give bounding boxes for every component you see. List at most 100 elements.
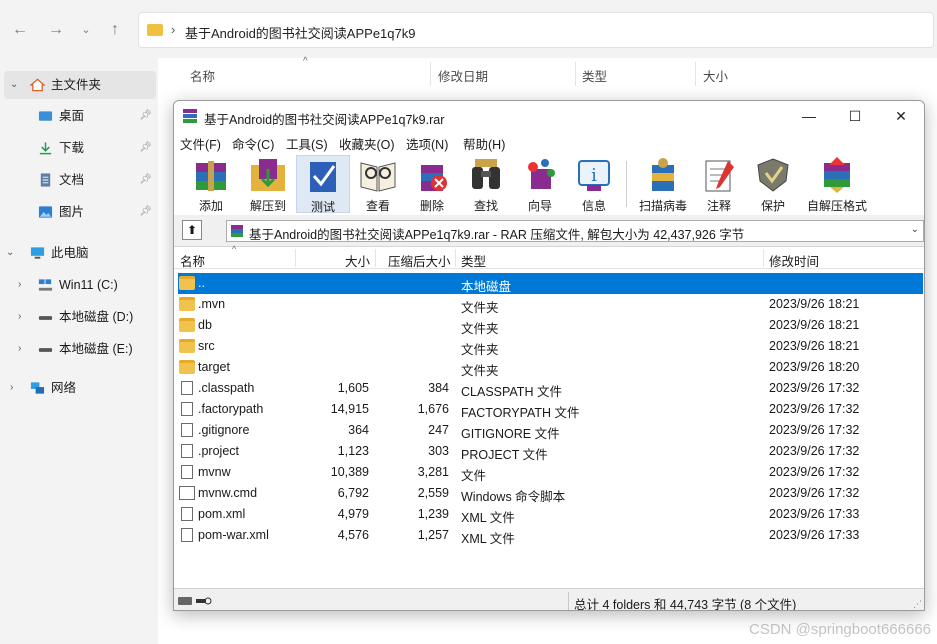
- sidebar-item-label: 下载: [59, 141, 85, 155]
- chevron-right-icon[interactable]: ›: [18, 271, 21, 299]
- chevron-down-icon[interactable]: ⌄: [6, 239, 14, 267]
- find-button[interactable]: 查找: [460, 155, 512, 213]
- table-row[interactable]: .gitignore 364 247 GITIGNORE 文件 2023/9/26 17…: [174, 420, 924, 441]
- sidebar-item-desktop[interactable]: 桌面 📌︎: [0, 102, 158, 130]
- test-button[interactable]: 测试: [296, 155, 350, 214]
- watermark: CSDN @springboot666666: [749, 621, 931, 638]
- sidebar-item-drive-d[interactable]: › 本地磁盘 (D:): [0, 303, 158, 331]
- column-divider[interactable]: [375, 249, 376, 267]
- sidebar-item-pictures[interactable]: 图片 📌︎: [0, 198, 158, 226]
- column-header-modified[interactable]: 修改日期: [438, 66, 488, 85]
- extract-folder-icon: [251, 159, 285, 191]
- comment-button[interactable]: 注释: [696, 155, 742, 213]
- cell-modified: 2023/9/26 18:21: [769, 318, 860, 332]
- menu-favorites[interactable]: 收藏夹(O): [339, 134, 395, 153]
- table-row[interactable]: pom-war.xml 4,576 1,257 XML 文件 2023/9/26 17:…: [174, 525, 924, 546]
- table-row[interactable]: mvnw.cmd 6,792 2,559 Windows 命令脚本 2023/9/26 …: [174, 483, 924, 504]
- toolbar-label: 扫描病毒: [638, 199, 687, 213]
- cell-name: .factorypath: [198, 402, 264, 416]
- folder-icon: [179, 339, 195, 353]
- up-arrow-icon[interactable]: ↑: [103, 18, 127, 42]
- delete-button[interactable]: 删除: [406, 155, 458, 213]
- menu-commands[interactable]: 命令(C): [232, 134, 274, 153]
- cell-packed: 1,257: [417, 528, 449, 542]
- extract-to-button[interactable]: 解压到: [240, 155, 296, 213]
- menu-options[interactable]: 选项(N): [406, 134, 448, 153]
- column-header-name[interactable]: 名称: [190, 66, 215, 85]
- back-arrow-icon[interactable]: ←: [8, 18, 32, 42]
- table-row[interactable]: db 文件夹 2023/9/26 18:21: [174, 315, 924, 336]
- up-one-level-button[interactable]: ⬆: [182, 220, 202, 240]
- pin-icon[interactable]: 📌︎: [139, 166, 152, 194]
- scan-virus-button[interactable]: 扫描病毒: [634, 155, 692, 213]
- chevron-down-icon[interactable]: ⌄: [911, 224, 919, 235]
- folder-icon: [179, 276, 195, 290]
- table-row[interactable]: .factorypath 14,915 1,676 FACTORYPATH 文件 202…: [174, 399, 924, 420]
- menu-file[interactable]: 文件(F): [180, 134, 221, 153]
- column-header-type[interactable]: 类型: [582, 66, 607, 85]
- cell-packed: 303: [428, 444, 449, 458]
- sfx-button[interactable]: 自解压格式: [804, 155, 870, 213]
- sidebar-item-network[interactable]: › 网络: [0, 374, 158, 402]
- drive-key-icon[interactable]: [178, 595, 212, 607]
- menu-help[interactable]: 帮助(H): [463, 134, 505, 153]
- column-header-name[interactable]: 名称: [180, 251, 205, 270]
- breadcrumb-chevron-icon: ›: [171, 22, 176, 37]
- table-row[interactable]: mvnw 10,389 3,281 文件 2023/9/26 17:32: [174, 462, 924, 483]
- chevron-right-icon[interactable]: ›: [18, 303, 21, 331]
- cell-type: PROJECT 文件: [461, 448, 548, 462]
- column-divider[interactable]: [455, 249, 456, 267]
- chevron-right-icon[interactable]: ›: [18, 335, 21, 363]
- wizard-button[interactable]: 向导: [514, 155, 566, 213]
- forward-arrow-icon[interactable]: →: [44, 18, 68, 42]
- info-button[interactable]: i 信息: [568, 155, 620, 213]
- file-icon: [181, 444, 193, 458]
- chevron-down-icon[interactable]: ⌄: [10, 71, 18, 99]
- sidebar-item-documents[interactable]: 文档 📌︎: [0, 166, 158, 194]
- column-divider[interactable]: [763, 249, 764, 267]
- chevron-right-icon[interactable]: ›: [10, 374, 13, 402]
- minimize-button[interactable]: —: [786, 101, 832, 131]
- column-header-type[interactable]: 类型: [461, 251, 486, 270]
- table-row[interactable]: .. 本地磁盘: [178, 273, 923, 294]
- table-row[interactable]: .mvn 文件夹 2023/9/26 18:21: [174, 294, 924, 315]
- table-row[interactable]: target 文件夹 2023/9/26 18:20: [174, 357, 924, 378]
- winrar-title-bar[interactable]: 基于Android的图书社交阅读APPe1q7k9.rar — ☐ ✕: [174, 101, 924, 131]
- cell-modified: 2023/9/26 17:32: [769, 423, 860, 437]
- explorer-address-bar[interactable]: › 基于Android的图书社交阅读APPe1q7k9: [138, 12, 934, 48]
- sidebar-item-this-pc[interactable]: ⌄ 此电脑: [0, 239, 158, 267]
- sidebar-item-downloads[interactable]: 下载 📌︎: [0, 134, 158, 162]
- column-divider[interactable]: [575, 62, 576, 86]
- column-divider[interactable]: [295, 249, 296, 267]
- table-row[interactable]: pom.xml 4,979 1,239 XML 文件 2023/9/26 17:33: [174, 504, 924, 525]
- pin-icon[interactable]: 📌︎: [139, 134, 152, 162]
- column-divider[interactable]: [430, 62, 431, 86]
- sidebar-item-label: 网络: [51, 381, 77, 395]
- protect-button[interactable]: 保护: [748, 155, 798, 213]
- pin-icon[interactable]: 📌︎: [139, 198, 152, 226]
- home-icon: [30, 78, 45, 92]
- archive-path-combobox[interactable]: 基于Android的图书社交阅读APPe1q7k9.rar - RAR 压缩文件…: [226, 220, 924, 242]
- cell-size: 1,605: [337, 381, 369, 395]
- sidebar-item-home[interactable]: ⌄ 主文件夹: [4, 71, 156, 99]
- recent-chevron-icon[interactable]: ⌄: [74, 18, 98, 42]
- menu-tools[interactable]: 工具(S): [286, 134, 328, 153]
- add-button[interactable]: 添加: [182, 155, 240, 213]
- column-divider[interactable]: [695, 62, 696, 86]
- view-button[interactable]: 查看: [352, 155, 404, 213]
- toolbar-label: 查看: [365, 199, 390, 213]
- table-row[interactable]: .project 1,123 303 PROJECT 文件 2023/9/26 17:3…: [174, 441, 924, 462]
- resize-grip-icon[interactable]: ⋰: [913, 599, 922, 610]
- maximize-button[interactable]: ☐: [832, 101, 878, 131]
- column-header-packed[interactable]: 压缩后大小: [388, 251, 451, 270]
- column-header-size[interactable]: 大小: [703, 66, 728, 85]
- sidebar-item-drive-e[interactable]: › 本地磁盘 (E:): [0, 335, 158, 363]
- table-row[interactable]: .classpath 1,605 384 CLASSPATH 文件 2023/9/26 …: [174, 378, 924, 399]
- close-button[interactable]: ✕: [878, 101, 924, 131]
- windows-drive-icon: [38, 279, 53, 291]
- column-header-size[interactable]: 大小: [345, 251, 370, 270]
- table-row[interactable]: src 文件夹 2023/9/26 18:21: [174, 336, 924, 357]
- sidebar-item-drive-c[interactable]: › Win11 (C:): [0, 271, 158, 299]
- column-header-modified[interactable]: 修改时间: [769, 251, 819, 270]
- pin-icon[interactable]: 📌︎: [139, 102, 152, 130]
